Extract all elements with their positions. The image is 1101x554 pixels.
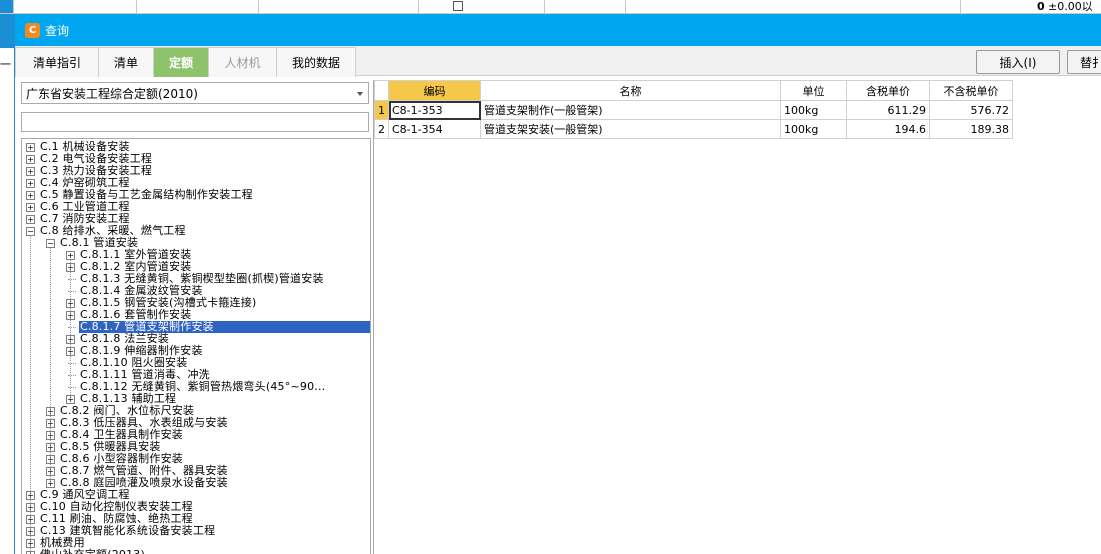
replace-button[interactable]: 替扌 [1067,50,1101,74]
expand-icon[interactable]: + [26,203,35,212]
expand-icon[interactable]: + [26,179,35,188]
bg-cell [0,0,14,13]
tab-row: 清单指引 清单 定额 人材机 我的数据 插入(I) 替扌 [15,46,1101,77]
collapse-icon[interactable]: − [26,227,35,236]
cell-price-without-tax[interactable]: 576.72 [929,100,1013,120]
table-row[interactable]: 2 C8-1-354 管道支架安装(一般管架) 100kg 194.6 189.… [374,119,1013,139]
tree-node-label: 佛山补充定额(2013) [39,549,146,554]
tab-quota[interactable]: 定额 [153,47,209,77]
tree-guide-line [50,248,51,483]
quota-library-value: 广东省安装工程综合定额(2010) [26,86,198,101]
collapse-icon[interactable]: − [46,239,55,248]
bg-row-header [0,14,14,48]
app-logo-icon: C [25,22,40,38]
tree-search-input[interactable] [21,112,369,132]
expand-icon[interactable]: + [66,251,75,260]
cell-name[interactable]: 管道支架安装(一般管架) [480,119,781,139]
query-dialog: C 查询 清单指引 清单 定额 人材机 我的数据 插入(I) 替扌 广东省安装工… [14,14,1101,554]
bg-zero-value: 0 [1037,0,1045,13]
tree-guide-line [70,260,71,399]
bg-left-cell: 一 [0,58,11,71]
chevron-down-icon[interactable] [357,92,363,96]
dialog-title: 查询 [45,23,70,38]
expand-icon[interactable]: + [26,191,35,200]
background-spreadsheet-strip: 0 ±0.00以 [0,0,1101,14]
bg-cell [545,0,626,13]
column-header-unit[interactable]: 单位 [780,80,847,101]
tab-bill-guide[interactable]: 清单指引 [15,47,99,77]
quota-category-tree[interactable]: + C.1 机械设备安装 + C.2 电气设备安装工程 + C.3 热力设备安装工程 + C.… [21,138,371,554]
expand-icon[interactable]: + [26,167,35,176]
expand-icon[interactable]: + [26,143,35,152]
cell-price-with-tax[interactable]: 611.29 [846,100,930,120]
quota-library-select[interactable]: 广东省安装工程综合定额(2010) [21,82,369,104]
cell-unit[interactable]: 100kg [780,100,847,120]
expand-icon[interactable]: + [26,155,35,164]
insert-button[interactable]: 插入(I) [976,50,1060,74]
tab-labor-material-machine[interactable]: 人材机 [208,47,277,77]
dialog-titlebar[interactable]: C 查询 [15,14,1101,46]
column-header-price-with-tax[interactable]: 含税单价 [846,80,930,101]
table-header-row: 编码 名称 单位 含税单价 不含税单价 [374,80,1013,101]
cell-price-with-tax[interactable]: 194.6 [846,119,930,139]
tab-my-data[interactable]: 我的数据 [276,47,356,77]
bg-elevation-text: ±0.00以 [1048,0,1093,13]
bg-cell [626,0,961,13]
cell-unit[interactable]: 100kg [780,119,847,139]
row-number: 2 [374,119,389,139]
cell-code[interactable]: C8-1-353 [388,100,481,120]
bg-cell [137,0,259,13]
tab-bill[interactable]: 清单 [98,47,154,77]
expand-icon[interactable]: + [26,215,35,224]
table-row[interactable]: 1 C8-1-353 管道支架制作(一般管架) 100kg 611.29 576… [374,100,1013,120]
tree-guide-line [30,236,31,554]
tree-node[interactable]: 佛山补充定额(2013) [39,549,146,554]
bg-cell [419,0,545,13]
cell-name[interactable]: 管道支架制作(一般管架) [480,100,781,120]
quota-results-grid: 编码 名称 单位 含税单价 不含税单价 1 C8-1-353 管道支架制作(一般… [373,80,1101,554]
cell-price-without-tax[interactable]: 189.38 [929,119,1013,139]
bg-checkbox[interactable] [453,1,463,11]
bg-cell [259,0,419,13]
cell-code[interactable]: C8-1-354 [388,119,481,139]
left-pane: 广东省安装工程综合定额(2010) + C.1 机械设备安装 + C.2 电气设备安装… [15,78,371,554]
quota-table: 编码 名称 单位 含税单价 不含税单价 1 C8-1-353 管道支架制作(一般… [374,80,1013,139]
column-header-price-without-tax[interactable]: 不含税单价 [929,80,1013,101]
row-number: 1 [374,100,389,120]
row-number-header [374,80,389,101]
column-header-name[interactable]: 名称 [480,80,781,101]
column-header-code[interactable]: 编码 [388,80,481,101]
bg-cell [14,0,137,13]
tab-bar: 清单指引 清单 定额 人材机 我的数据 [15,47,356,77]
